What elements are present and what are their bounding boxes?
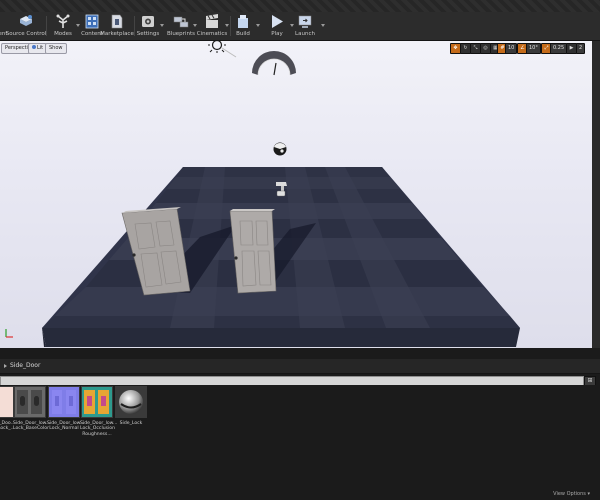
scene-render[interactable] <box>0 41 592 348</box>
content-browser-path-bar: Side_Door <box>0 359 600 374</box>
lit-label: Lit <box>37 45 44 51</box>
build-button[interactable]: Build <box>226 13 260 39</box>
modes-icon <box>55 14 71 29</box>
cinematics-button[interactable]: Cinematics <box>195 13 229 39</box>
build-label: Build <box>236 31 250 37</box>
settings-label: Settings <box>136 31 160 37</box>
breadcrumb-arrow-icon[interactable] <box>4 364 7 368</box>
play-icon <box>269 14 285 29</box>
launch-dropdown-arrow[interactable] <box>321 24 325 27</box>
title-strip <box>0 0 600 12</box>
source-control-label: Source Control <box>5 31 47 37</box>
content-icon <box>84 14 100 29</box>
asset-label: Side_Door_low... Lock_BaseColor <box>13 421 51 432</box>
door-mesh[interactable] <box>229 209 277 294</box>
asset-tile[interactable]: Side_Doo... Lock_... <box>0 386 15 432</box>
marketplace-button[interactable]: Marketplace <box>100 13 134 39</box>
camera-speed-value[interactable]: 2 <box>576 43 586 54</box>
grid-snap-value[interactable]: 10 <box>505 43 518 54</box>
blueprints-label: Blueprints <box>167 31 195 37</box>
marketplace-label: Marketplace <box>100 31 134 37</box>
asset-tile[interactable]: Side_Door_low... Lock_Normal <box>47 386 85 432</box>
blueprints-icon <box>173 14 189 29</box>
source-control-icon <box>18 14 34 29</box>
sky-sphere-icon[interactable] <box>273 142 287 156</box>
launch-label: Launch <box>295 31 315 37</box>
main-toolbar: ent Source Control Modes Content Marketp… <box>0 12 600 41</box>
cinematics-icon <box>204 14 220 29</box>
asset-tile[interactable]: Side_Lock <box>115 386 147 426</box>
modes-label: Modes <box>54 31 72 37</box>
rotation-snap-value[interactable]: 10° <box>526 43 541 54</box>
build-icon <box>235 14 251 29</box>
asset-tile[interactable]: Side_Door_low... Lock_BaseColor <box>13 386 51 432</box>
breadcrumb-folder[interactable]: Side_Door <box>10 362 40 369</box>
play-label: Play <box>271 31 283 37</box>
axis-indicator <box>5 329 13 338</box>
show-button[interactable]: Show <box>45 43 67 54</box>
material-thumbnail <box>115 386 147 418</box>
directional-light-icon[interactable] <box>208 41 237 58</box>
launch-icon <box>297 14 313 29</box>
level-viewport[interactable]: Perspective Lit Show ✥ ↻ ⤡ ◎ ▦ # 10 ∠ 10… <box>0 41 592 348</box>
texture-thumbnail <box>14 386 46 418</box>
asset-label: Side_Door_low... Lock_Normal <box>47 421 85 432</box>
asset-grid: Side_Doo... Lock_... Side_Door_low... Lo… <box>0 385 600 500</box>
scale-snap-value[interactable]: 0.25 <box>550 43 568 54</box>
launch-button[interactable]: Launch <box>288 13 322 39</box>
texture-thumbnail <box>0 386 14 418</box>
settings-icon <box>140 14 156 29</box>
asset-tile[interactable]: Side_Door_low... Lock_Occlusion Roughnes… <box>80 386 118 437</box>
lit-icon <box>32 45 36 49</box>
marketplace-icon <box>109 14 125 29</box>
cinematics-label: Cinematics <box>196 31 228 37</box>
view-options-button[interactable]: View Options ▾ <box>553 491 590 497</box>
viewport-side-panel <box>592 41 600 348</box>
asset-label: Side_Lock <box>119 421 143 426</box>
sky-light-icon[interactable] <box>252 51 296 76</box>
source-control-button[interactable]: Source Control <box>6 13 46 39</box>
asset-label: Side_Door_low... Lock_Occlusion Roughnes… <box>80 421 118 437</box>
texture-thumbnail <box>48 386 80 418</box>
texture-thumbnail <box>81 386 113 418</box>
